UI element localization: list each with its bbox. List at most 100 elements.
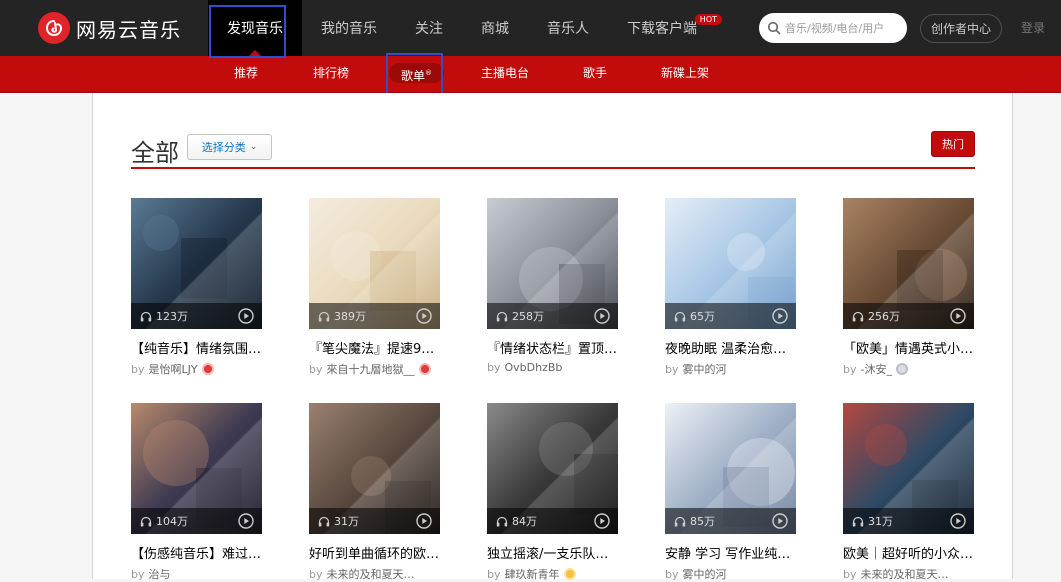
headphones-icon — [318, 516, 330, 526]
cover-info-bar: 258万 — [487, 303, 618, 329]
nav-label: 我的音乐 — [321, 21, 377, 37]
nav-label: 下载客户端 — [627, 21, 697, 37]
playlist-title[interactable]: 好听到单曲循环的欧… — [309, 543, 440, 562]
headphones-icon — [318, 311, 330, 321]
cover-info-bar: 389万 — [309, 303, 440, 329]
cover-info-bar: 84万 — [487, 508, 618, 534]
play-icon[interactable] — [594, 308, 610, 324]
play-icon[interactable] — [238, 513, 254, 529]
nav-follow[interactable]: 关注 — [396, 0, 462, 56]
playlist-author[interactable]: 雾中的河 — [683, 566, 727, 582]
playlist-cover[interactable]: 256万 — [843, 198, 974, 329]
subnav-artists[interactable]: 歌手 — [571, 63, 619, 83]
playlist-title[interactable]: 「欧美」情遇英式小… — [843, 338, 974, 357]
subnav-charts[interactable]: 排行榜 — [301, 63, 361, 83]
playlist-author-line: by 未来的及和夏天… — [309, 566, 440, 582]
playlist-title[interactable]: 『情绪状态栏』置顶… — [487, 338, 618, 357]
subnav-recommend[interactable]: 推荐 — [222, 63, 270, 83]
playlist-cover[interactable]: 85万 — [665, 403, 796, 534]
playlist-title[interactable]: 『笔尖魔法』提速9… — [309, 338, 440, 357]
play-icon[interactable] — [950, 513, 966, 529]
playlist-title[interactable]: 独立摇滚/一支乐队… — [487, 543, 618, 562]
playlist-cover[interactable]: 84万 — [487, 403, 618, 534]
play-count: 84万 — [512, 515, 537, 528]
subnav-radio[interactable]: 主播电台 — [469, 63, 541, 83]
playlist-author[interactable]: 治与 — [149, 566, 171, 582]
play-icon[interactable] — [416, 513, 432, 529]
play-icon[interactable] — [594, 513, 610, 529]
playlist-title[interactable]: 夜晚助眠 温柔治愈… — [665, 338, 796, 357]
creator-center-button[interactable]: 创作者中心 — [920, 14, 1002, 43]
play-count: 104万 — [156, 515, 188, 528]
playlist-author[interactable]: 未来的及和夏天… — [327, 566, 415, 582]
playlist-author[interactable]: 是怡啊LJY — [149, 361, 198, 377]
headphones-icon — [496, 311, 508, 321]
playlist-author[interactable]: 來自十九層地獄__ — [327, 361, 415, 377]
play-count: 258万 — [512, 310, 544, 323]
playlist-author[interactable]: 肆玖新青年 — [505, 566, 560, 582]
main-content: 全部 选择分类 ⌄ 热门 123万 【纯音乐】情绪氛围… by 是怡啊LJY 389万『… — [92, 93, 1013, 582]
headphones-icon — [852, 311, 864, 321]
headphones-icon — [140, 516, 152, 526]
cover-info-bar: 104万 — [131, 508, 262, 534]
playlist-author-line: by 來自十九層地獄__ — [309, 361, 440, 377]
nav-download-client[interactable]: 下载客户端 HOT — [608, 0, 722, 56]
play-count: 123万 — [156, 310, 188, 323]
playlist-author-line: by 是怡啊LJY — [131, 361, 262, 377]
nav-discover-music[interactable]: 发现音乐 — [208, 0, 302, 56]
logo-text: 网易云音乐 — [76, 17, 181, 42]
nav-my-music[interactable]: 我的音乐 — [302, 0, 396, 56]
cover-info-bar: 31万 — [843, 508, 974, 534]
play-icon[interactable] — [416, 308, 432, 324]
nav-label: 发现音乐 — [227, 21, 283, 37]
headphones-icon — [852, 516, 864, 526]
nav-store[interactable]: 商城 — [462, 0, 528, 56]
chevron-down-icon: ⌄ — [249, 142, 258, 152]
playlist-author[interactable]: 雾中的河 — [683, 361, 727, 377]
playlist-cover[interactable]: 123万 — [131, 198, 262, 329]
playlist-title[interactable]: 【纯音乐】情绪氛围… — [131, 338, 262, 357]
playlist-cover[interactable]: 104万 — [131, 403, 262, 534]
by-label: by — [843, 362, 857, 376]
category-label: 选择分类 — [201, 141, 246, 154]
play-icon[interactable] — [950, 308, 966, 324]
hot-sort-button[interactable]: 热门 — [931, 131, 975, 157]
play-icon[interactable] — [772, 513, 788, 529]
search-input[interactable] — [785, 21, 900, 35]
play-count: 85万 — [690, 515, 715, 528]
search-box[interactable] — [759, 13, 907, 43]
playlist-title[interactable]: 【伤感纯音乐】难过… — [131, 543, 262, 562]
user-badge-icon — [563, 568, 576, 580]
login-link[interactable]: 登录 — [1021, 19, 1045, 36]
cover-info-bar: 65万 — [665, 303, 796, 329]
headphones-icon — [496, 516, 508, 526]
playlist-cover[interactable]: 389万 — [309, 198, 440, 329]
playlist-title[interactable]: 安静 学习 写作业纯… — [665, 543, 796, 562]
playlist-title[interactable]: 欧美｜超好听的小众… — [843, 543, 974, 562]
subnav-label: 歌单 — [401, 69, 426, 83]
select-category-button[interactable]: 选择分类 ⌄ — [187, 134, 272, 160]
logo[interactable]: 网易云音乐 — [38, 12, 181, 44]
nav-musician[interactable]: 音乐人 — [528, 0, 608, 56]
cover-info-bar: 85万 — [665, 508, 796, 534]
playlist-author[interactable]: OvbDhzBb — [505, 361, 563, 374]
play-icon[interactable] — [238, 308, 254, 324]
cover-info-bar: 123万 — [131, 303, 262, 329]
playlist-author-line: by 雾中的河 — [665, 361, 796, 377]
subnav-label: 推荐 — [234, 66, 259, 80]
playlist-cover[interactable]: 31万 — [309, 403, 440, 534]
playlist-cover[interactable]: 31万 — [843, 403, 974, 534]
nav-label: 商城 — [481, 21, 509, 37]
nav-label: 关注 — [415, 21, 443, 37]
playlist-author[interactable]: -沐安_ — [861, 361, 892, 377]
subnav-label: 新碟上架 — [661, 66, 710, 80]
playlist-cover[interactable]: 65万 — [665, 198, 796, 329]
playlist-cover[interactable]: 258万 — [487, 198, 618, 329]
by-label: by — [309, 362, 323, 376]
play-count: 256万 — [868, 310, 900, 323]
playlist-author[interactable]: 未来的及和夏天… — [861, 566, 949, 582]
by-label: by — [131, 362, 145, 376]
subnav-playlists[interactable]: 歌单® — [389, 63, 445, 83]
subnav-new-albums[interactable]: 新碟上架 — [649, 63, 721, 83]
play-icon[interactable] — [772, 308, 788, 324]
